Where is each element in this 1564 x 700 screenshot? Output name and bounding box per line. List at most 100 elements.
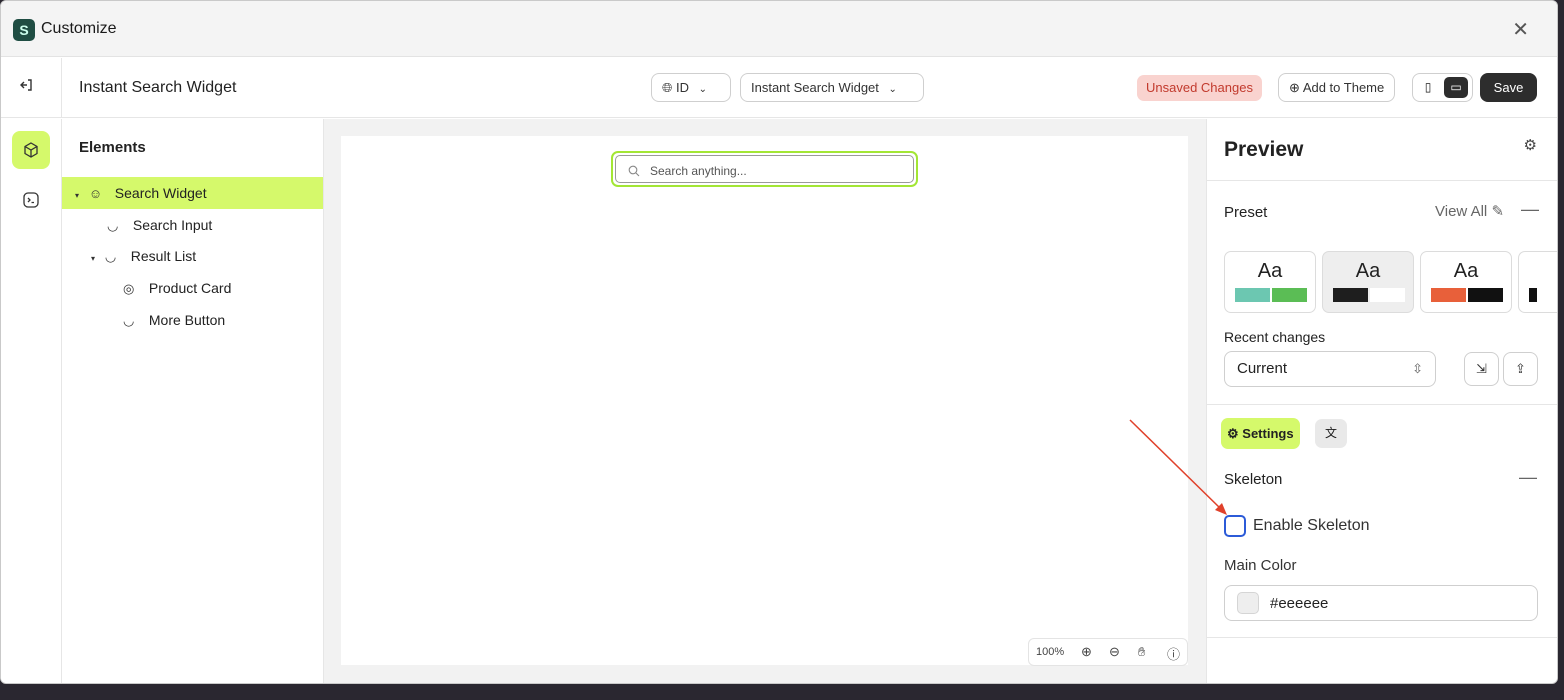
zoom-out-icon[interactable]: ⊖ [1109,644,1120,660]
preset-card[interactable] [1518,251,1557,313]
preset-text: Aa [1355,260,1381,282]
gear-icon[interactable]: ⚙︎ [1524,136,1537,154]
main-color-field[interactable]: #eeeeee [1224,585,1538,621]
preset-color [1468,288,1503,302]
updown-chevron-icon: ⇳ [1412,361,1423,376]
tree-item-label: Result List [130,248,197,264]
settings-sliders-icon: ⚙︎ [1227,426,1239,441]
unsaved-changes-badge: Unsaved Changes [1137,75,1262,101]
language-label: ID [676,80,690,95]
search-widget-preview[interactable]: Search anything... [611,151,918,187]
preset-card[interactable]: Aa [1420,251,1512,313]
chevron-down-icon: ⌄ [888,84,897,95]
block-icon: ◡ [104,249,117,264]
zoom-controls: 100% ⊕ ⊖ ✋︎ ⓘ [1028,638,1188,666]
code-terminal-icon[interactable] [12,181,50,219]
globe-icon: 🌐︎ [662,80,673,95]
customize-window: S Customize ✕ Instant Search Widget 🌐︎ I… [0,0,1558,684]
tree-item-result-list[interactable]: ▾ ◡ Result List [62,240,323,272]
preset-text: Aa [1453,260,1479,282]
divider [1207,637,1557,638]
preset-card-selected[interactable]: Aa [1322,251,1414,313]
preset-text: Aa [1257,260,1283,282]
main-color-label: Main Color [1224,557,1297,574]
import-icon[interactable]: ⇲ [1464,352,1499,386]
exit-icon[interactable] [19,78,33,96]
preset-label: Preset [1224,204,1268,221]
help-icon[interactable]: ⓘ [1167,644,1180,663]
tree-item-label: Search Widget [114,185,207,201]
left-rail [1,119,62,683]
tree-item-more-button[interactable]: ◡ More Button [62,304,323,336]
settings-tab-label: Settings [1242,426,1294,441]
recent-changes-value: Current [1237,360,1288,377]
caret-down-icon[interactable]: ▾ [75,180,85,212]
view-all-link[interactable]: View All ✎ [1435,202,1504,220]
template-label: Instant Search Widget [751,80,879,95]
search-icon [628,161,640,180]
editor-toolbar: Instant Search Widget 🌐︎ ID ⌄ Instant Se… [1,58,1557,118]
collapse-icon[interactable]: — [1519,467,1537,488]
zoom-in-icon[interactable]: ⊕ [1081,644,1092,660]
add-to-theme-label: Add to Theme [1302,80,1385,95]
tree-item-label: More Button [148,312,226,328]
elements-heading: Elements [79,139,146,156]
divider [1207,180,1557,181]
edit-icon: ✎ [1491,203,1505,220]
template-select[interactable]: Instant Search Widget ⌄ [740,73,924,102]
tree-item-label: Search Input [132,217,213,233]
main-color-value: #eeeeee [1270,595,1329,612]
plus-circle-icon: ⊕ [1289,80,1300,95]
view-all-label: View All [1435,203,1488,220]
settings-tab[interactable]: ⚙︎ Settings [1221,418,1300,449]
preset-color [1370,288,1405,302]
translate-tab-icon[interactable]: 文 [1315,419,1347,448]
hand-pan-icon[interactable]: ✋︎ [1138,644,1145,660]
divider [1207,404,1557,405]
preset-color [1272,288,1307,302]
recent-changes-select[interactable]: Current ⇳ [1224,351,1436,387]
canvas-area: Search anything... 100% ⊕ ⊖ ✋︎ ⓘ [324,119,1206,683]
enable-skeleton-checkbox[interactable] [1224,515,1246,537]
close-icon[interactable]: ✕ [1512,17,1529,42]
elements-panel: Elements ▾ ☺︎ Search Widget ◡ Search Inp… [62,119,324,683]
desktop-view-icon[interactable]: ▭ [1444,77,1468,98]
tree-item-search-input[interactable]: ◡ Search Input [62,209,323,241]
preview-panel: Preview ⚙︎ Preset View All ✎ — Aa Aa Aa … [1206,119,1557,683]
tree-item-search-widget[interactable]: ▾ ☺︎ Search Widget [62,177,323,209]
mobile-view-icon[interactable]: ▯ [1416,77,1440,98]
add-to-theme-button[interactable]: ⊕ Add to Theme [1278,73,1396,102]
elements-cube-icon[interactable] [12,131,50,169]
product-icon: ◎ [123,281,135,296]
tree-item-product-card[interactable]: ◎ Product Card [62,272,323,304]
recent-changes-label: Recent changes [1224,329,1326,345]
search-placeholder: Search anything... [650,164,747,178]
app-logo: S [13,19,35,41]
preset-color [1529,288,1537,302]
preset-color [1235,288,1270,302]
chevron-down-icon: ⌄ [698,84,708,95]
toolbar-divider [61,58,62,118]
preset-color [1333,288,1368,302]
zoom-level: 100% [1036,646,1065,658]
caret-down-icon[interactable]: ▾ [91,243,101,275]
page-title: Instant Search Widget [79,79,237,96]
color-swatch[interactable] [1237,592,1259,614]
preview-page: Search anything... 100% ⊕ ⊖ ✋︎ ⓘ [341,136,1188,666]
tree-item-label: Product Card [148,280,232,296]
export-icon[interactable]: ⇪ [1503,352,1538,386]
block-icon: ◡ [123,313,135,328]
search-input-preview[interactable]: Search anything... [615,155,914,183]
preview-title: Preview [1224,138,1304,161]
enable-skeleton-label[interactable]: Enable Skeleton [1253,517,1370,535]
preset-color [1431,288,1466,302]
collapse-icon[interactable]: — [1521,199,1539,220]
widget-icon: ☺︎ [88,186,103,201]
window-title: Customize [41,20,117,37]
preset-card[interactable]: Aa [1224,251,1316,313]
skeleton-section-label: Skeleton [1224,471,1283,488]
device-toggle: ▯ ▭ [1412,73,1473,102]
language-select[interactable]: 🌐︎ ID ⌄ [651,73,731,102]
save-button[interactable]: Save [1480,73,1537,102]
title-bar: S Customize ✕ [1,1,1557,57]
